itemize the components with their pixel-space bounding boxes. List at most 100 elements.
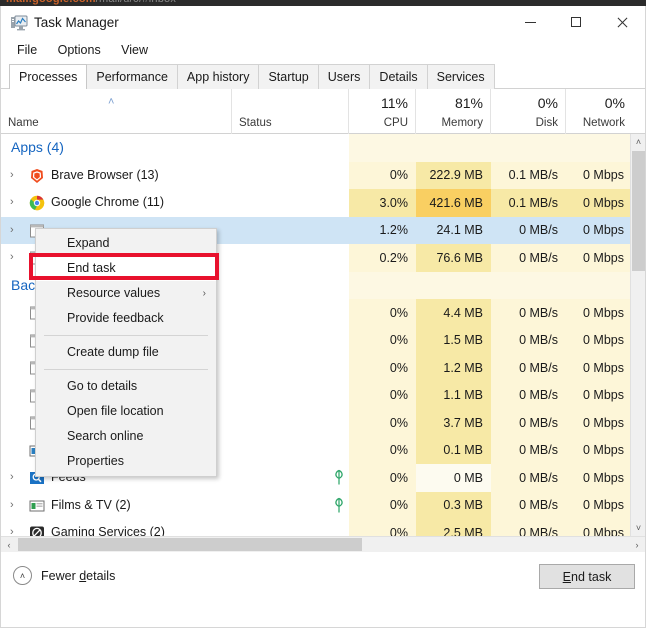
- row-network-cell: 0 Mbps: [566, 354, 632, 382]
- minimize-icon: [525, 22, 536, 23]
- row-disk-cell: 0 MB/s: [491, 519, 566, 536]
- column-header-network-label: Network: [583, 117, 625, 129]
- row-name-cell: › Gaming Services (2): [1, 519, 232, 536]
- context-menu-item[interactable]: Properties: [36, 449, 216, 474]
- footer-bar: ˄ Fewer details End task: [1, 552, 645, 602]
- context-menu-item-label: Go to details: [67, 379, 137, 393]
- row-disk-cell: 0.1 MB/s: [491, 189, 566, 217]
- row-disk-cell: 0 MB/s: [491, 492, 566, 520]
- tab-app-history[interactable]: App history: [177, 64, 260, 89]
- row-memory-cell: 76.6 MB: [416, 244, 491, 272]
- context-menu-item[interactable]: Create dump file: [36, 340, 216, 365]
- menu-item-file[interactable]: File: [9, 40, 45, 60]
- column-header-disk[interactable]: 0% Disk: [491, 89, 566, 134]
- column-header-disk-percent: 0%: [538, 95, 558, 111]
- context-menu-item[interactable]: End task: [36, 256, 216, 281]
- scroll-left-icon[interactable]: ‹: [1, 537, 17, 552]
- row-memory-cell: 24.1 MB: [416, 217, 491, 245]
- row-status-cell: [232, 299, 349, 327]
- close-button[interactable]: [599, 6, 645, 38]
- chevron-right-icon[interactable]: ›: [10, 526, 14, 536]
- row-network-cell: [566, 134, 632, 162]
- maximize-icon: [571, 17, 581, 27]
- row-name-label: Gaming Services (2): [51, 525, 165, 536]
- horizontal-scrollbar[interactable]: ‹ ›: [1, 536, 645, 552]
- row-network-cell: 0 Mbps: [566, 437, 632, 465]
- row-network-cell: 0 Mbps: [566, 409, 632, 437]
- fewer-details-button[interactable]: ˄ Fewer details: [13, 566, 115, 585]
- tab-services[interactable]: Services: [427, 64, 495, 89]
- task-manager-screen: mail.google.com/mail/u/0/#inbox Task Man…: [0, 0, 646, 628]
- menu-item-options[interactable]: Options: [50, 40, 109, 60]
- efficiency-leaf-icon: [333, 497, 345, 514]
- process-context-menu[interactable]: ExpandEnd taskResource values›Provide fe…: [35, 228, 217, 477]
- row-disk-cell: 0 MB/s: [491, 409, 566, 437]
- minimize-button[interactable]: [507, 6, 553, 38]
- row-status-cell: [232, 217, 349, 245]
- end-task-accel: E: [563, 570, 571, 584]
- chevron-right-icon[interactable]: ›: [10, 169, 14, 181]
- background-url-path: /mail/u/0/#inbox: [96, 0, 176, 5]
- row-cpu-cell: 0%: [349, 382, 416, 410]
- tab-performance[interactable]: Performance: [86, 64, 178, 89]
- context-menu-item[interactable]: Resource values›: [36, 281, 216, 306]
- vertical-scrollbar[interactable]: ˄ ˅: [630, 134, 645, 536]
- scroll-up-icon[interactable]: ˄: [631, 134, 645, 150]
- process-group-header[interactable]: Apps (4): [1, 134, 632, 162]
- chevron-right-icon[interactable]: ›: [10, 471, 14, 483]
- row-memory-cell: 1.5 MB: [416, 327, 491, 355]
- fewer-details-label: Fewer details: [41, 569, 115, 583]
- column-header-network-percent: 0%: [605, 95, 625, 111]
- fewer-details-prefix: Fewer: [41, 569, 79, 583]
- column-header-cpu[interactable]: 11% CPU: [349, 89, 416, 134]
- scroll-down-icon[interactable]: ˅: [631, 520, 645, 536]
- sort-ascending-icon: ˄: [108, 96, 114, 108]
- table-row[interactable]: ›Brave Browser (13)0%222.9 MB0.1 MB/s0 M…: [1, 162, 632, 190]
- tab-bar: ProcessesPerformanceApp historyStartupUs…: [1, 64, 645, 89]
- row-network-cell: 0 Mbps: [566, 217, 632, 245]
- chevron-right-icon[interactable]: ›: [10, 499, 14, 511]
- chevron-right-icon[interactable]: ›: [10, 196, 14, 208]
- column-header-network[interactable]: 0% Network: [566, 89, 632, 134]
- table-row[interactable]: ›Gaming Services (2)0%2.5 MB0 MB/s0 Mbps: [1, 519, 632, 536]
- row-cpu-cell: [349, 134, 416, 162]
- tab-users[interactable]: Users: [318, 64, 371, 89]
- end-task-button[interactable]: End task: [539, 564, 635, 589]
- row-status-cell: [232, 162, 349, 190]
- row-network-cell: 0 Mbps: [566, 327, 632, 355]
- row-status-cell: [232, 409, 349, 437]
- column-header-cpu-label: CPU: [384, 117, 408, 129]
- menu-item-view[interactable]: View: [113, 40, 156, 60]
- row-cpu-cell: 0%: [349, 492, 416, 520]
- context-menu-item-label: Resource values: [67, 286, 160, 300]
- column-header-status[interactable]: Status: [232, 89, 349, 134]
- row-network-cell: 0 Mbps: [566, 382, 632, 410]
- chevron-right-icon[interactable]: ›: [10, 224, 14, 236]
- row-cpu-cell: 3.0%: [349, 189, 416, 217]
- row-disk-cell: 0 MB/s: [491, 299, 566, 327]
- row-memory-cell: 2.5 MB: [416, 519, 491, 536]
- table-row[interactable]: ›Films & TV (2)0%0.3 MB0 MB/s0 Mbps: [1, 492, 632, 520]
- context-menu-item[interactable]: Open file location: [36, 399, 216, 424]
- tab-startup[interactable]: Startup: [258, 64, 318, 89]
- scroll-right-icon[interactable]: ›: [629, 537, 645, 552]
- table-row[interactable]: ›Google Chrome (11)3.0%421.6 MB0.1 MB/s0…: [1, 189, 632, 217]
- column-header-name[interactable]: Name ˄: [1, 89, 232, 134]
- row-memory-cell: 4.4 MB: [416, 299, 491, 327]
- maximize-button[interactable]: [553, 6, 599, 38]
- context-menu-item[interactable]: Search online: [36, 424, 216, 449]
- row-status-cell: [232, 354, 349, 382]
- column-header-disk-label: Disk: [536, 117, 558, 129]
- horizontal-scrollbar-thumb[interactable]: [18, 538, 362, 551]
- context-menu-item[interactable]: Provide feedback: [36, 306, 216, 331]
- tab-details[interactable]: Details: [369, 64, 427, 89]
- row-disk-cell: 0 MB/s: [491, 327, 566, 355]
- context-menu-item[interactable]: Go to details: [36, 374, 216, 399]
- chevron-right-icon[interactable]: ›: [10, 251, 14, 263]
- row-network-cell: 0 Mbps: [566, 299, 632, 327]
- vertical-scrollbar-thumb[interactable]: [632, 151, 645, 271]
- tab-processes[interactable]: Processes: [9, 64, 87, 89]
- column-header-memory[interactable]: 81% Memory: [416, 89, 491, 134]
- row-disk-cell: 0 MB/s: [491, 437, 566, 465]
- row-cpu-cell: 1.2%: [349, 217, 416, 245]
